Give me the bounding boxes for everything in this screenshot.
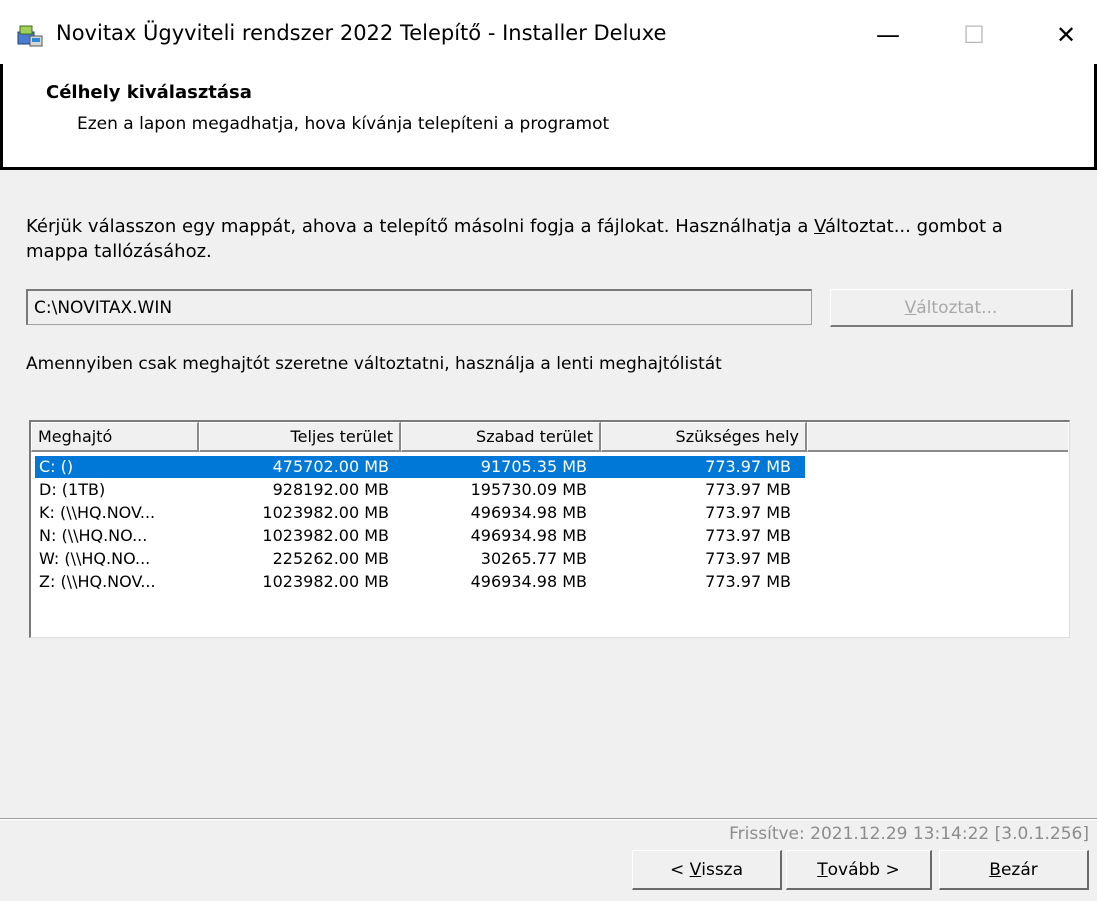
maximize-button: ☐ [944,8,1004,62]
required-cell: 773.97 MB [705,526,791,545]
total-cell: 225262.00 MB [272,549,389,568]
change-label: áltoztat... [916,297,998,318]
table-row[interactable]: C: () 475702.00 MB 91705.35 MB 773.97 MB [31,456,1068,479]
next-button[interactable]: Tovább > [786,850,932,890]
table-row[interactable]: Z: (\\HQ.NOV... 1023982.00 MB 496934.98 … [31,571,1068,594]
column-header-empty [807,422,1068,452]
total-cell: 1023982.00 MB [262,526,389,545]
required-cell: 773.97 MB [705,572,791,591]
total-cell: 1023982.00 MB [262,503,389,522]
next-label: ovább > [827,859,900,880]
drive-list-header: Meghajtó Teljes terület Szabad terület S… [31,422,1068,452]
back-accel: V [689,859,702,880]
total-cell: 475702.00 MB [272,457,389,476]
drive-cell: W: (\\HQ.NO... [39,549,151,568]
table-row[interactable]: K: (\\HQ.NOV... 1023982.00 MB 496934.98 … [31,502,1068,525]
close-button[interactable]: Bezár [939,850,1089,890]
close-window-button[interactable]: ✕ [1036,8,1096,62]
free-cell: 496934.98 MB [470,526,587,545]
change-accel: V [904,297,917,318]
drive-hint-text: Amennyiben csak meghajtót szeretne válto… [26,354,722,374]
window-title: Novitax Ügyviteli rendszer 2022 Telepítő… [56,21,667,45]
free-cell: 91705.35 MB [480,457,587,476]
footer-divider [0,818,1097,820]
drive-cell: D: (1TB) [39,480,106,499]
required-cell: 773.97 MB [705,457,791,476]
close-label: ezár [1000,859,1038,880]
required-cell: 773.97 MB [705,480,791,499]
drive-rows: C: () 475702.00 MB 91705.35 MB 773.97 MB… [31,456,1068,594]
back-label: issza [701,859,744,880]
drive-cell: N: (\\HQ.NO... [39,526,148,545]
total-cell: 928192.00 MB [272,480,389,499]
title-bar: Novitax Ügyviteli rendszer 2022 Telepítő… [0,0,1097,64]
free-cell: 195730.09 MB [470,480,587,499]
drive-cell: C: () [39,457,74,476]
column-header-drive[interactable]: Meghajtó [31,422,199,452]
free-cell: 496934.98 MB [470,503,587,522]
free-cell: 30265.77 MB [480,549,587,568]
drive-cell: K: (\\HQ.NOV... [39,503,156,522]
column-header-required[interactable]: Szükséges hely [601,422,807,452]
minimize-icon: — [876,21,900,49]
free-cell: 496934.98 MB [470,572,587,591]
page-title: Célhely kiválasztása [46,82,252,103]
required-cell: 773.97 MB [705,549,791,568]
close-icon: ✕ [1055,21,1077,49]
minimize-button[interactable]: — [858,8,918,62]
table-row[interactable]: N: (\\HQ.NO... 1023982.00 MB 496934.98 M… [31,525,1068,548]
instruction-accel: V [814,216,825,237]
page-subtitle: Ezen a lapon megadhatja, hova kívánja te… [77,114,610,134]
total-cell: 1023982.00 MB [262,572,389,591]
required-cell: 773.97 MB [705,503,791,522]
instruction-text: Kérjük válasszon egy mappát, ahova a tel… [26,214,1066,264]
drive-cell: Z: (\\HQ.NOV... [39,572,156,591]
table-row[interactable]: W: (\\HQ.NO... 225262.00 MB 30265.77 MB … [31,548,1068,571]
back-button[interactable]: < Vissza [632,850,782,890]
change-button[interactable]: Változtat... [830,289,1073,327]
instruction-part: Kérjük válasszon egy mappát, ahova a tel… [26,216,815,237]
updated-stamp: Frissítve: 2021.12.29 13:14:22 [3.0.1.25… [729,824,1089,844]
maximize-icon: ☐ [963,21,985,49]
drive-list[interactable]: Meghajtó Teljes terület Szabad terület S… [29,420,1070,638]
column-header-free[interactable]: Szabad terület [401,422,601,452]
back-prefix: < [669,859,690,880]
installer-icon [17,25,43,47]
destination-path-input[interactable] [26,289,812,325]
close-accel: B [989,859,1001,880]
column-header-total[interactable]: Teljes terület [199,422,401,452]
table-row[interactable]: D: (1TB) 928192.00 MB 195730.09 MB 773.9… [31,479,1068,502]
next-accel: T [817,859,828,880]
